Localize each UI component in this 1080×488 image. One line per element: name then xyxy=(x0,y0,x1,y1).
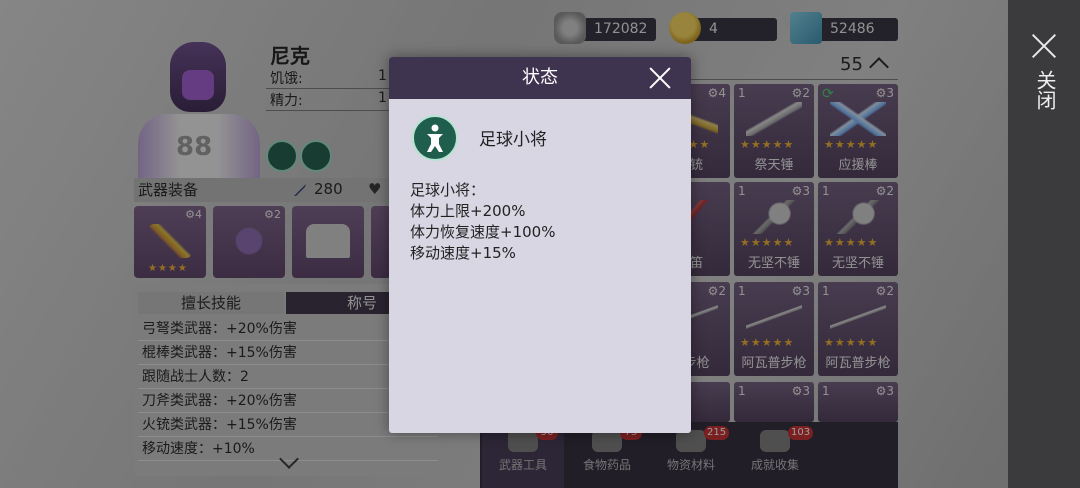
buff-desc-line: 足球小将： xyxy=(410,181,486,199)
modal-header: 状态 xyxy=(389,57,691,99)
close-label[interactable]: 关闭 xyxy=(1033,70,1057,110)
buff-desc-line: 体力恢复速度+100% xyxy=(410,223,556,241)
buff-desc-line: 移动速度+15% xyxy=(410,244,516,262)
buff-desc-line: 体力上限+200% xyxy=(410,202,526,220)
buff-name: 足球小将 xyxy=(479,130,547,150)
status-modal: 状态 足球小将 足球小将： 体力上限+200% 体力恢复速度+100% 移动速度… xyxy=(389,57,691,433)
close-icon[interactable] xyxy=(1030,32,1058,60)
close-icon[interactable] xyxy=(649,67,671,89)
modal-title: 状态 xyxy=(522,67,558,88)
football-player-icon xyxy=(412,115,458,161)
